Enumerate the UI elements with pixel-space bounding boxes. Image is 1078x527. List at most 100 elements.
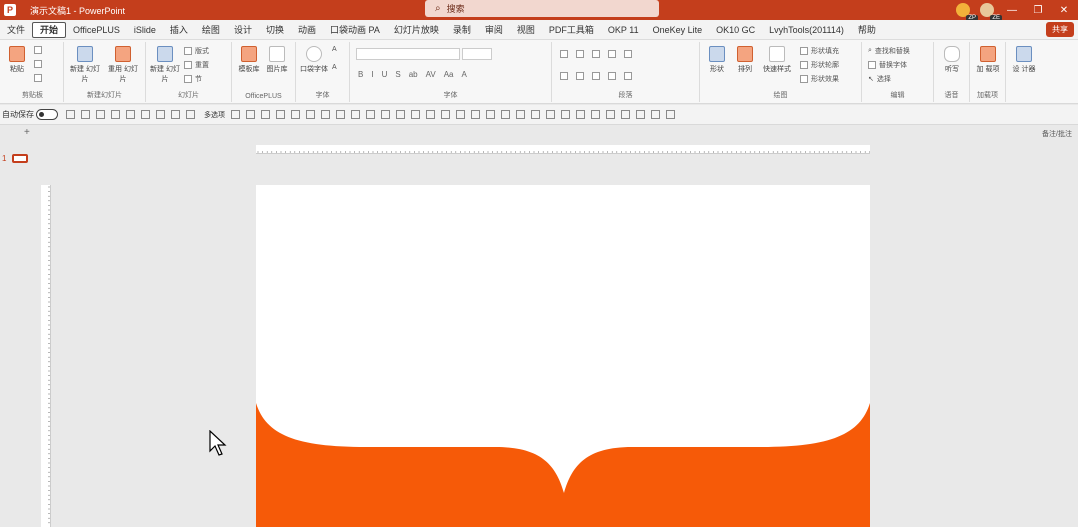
qat-tool-icon[interactable] [306, 110, 315, 119]
new-slide-button[interactable]: 新建 幻灯片 [70, 46, 100, 84]
notes-button[interactable]: 备注/批注 [1042, 129, 1072, 139]
tab-14[interactable]: PDF工具箱 [542, 22, 601, 38]
qat-tool-icon[interactable] [606, 110, 615, 119]
justify-icon[interactable] [608, 72, 616, 80]
indent-decrease-icon[interactable] [592, 50, 600, 58]
qat-tool-icon[interactable] [231, 110, 240, 119]
qat-tool-icon[interactable] [276, 110, 285, 119]
columns-icon[interactable] [624, 72, 632, 80]
tab-6[interactable]: 设计 [227, 22, 259, 38]
indent-increase-icon[interactable] [608, 50, 616, 58]
format-glyph-0[interactable]: B [358, 70, 363, 79]
qat-tool-icon[interactable] [246, 110, 255, 119]
shape-fill-button[interactable]: 形状填充 [800, 46, 839, 56]
orange-wave-shape[interactable] [256, 403, 870, 527]
reuse-slide-button[interactable]: 重用 幻灯片 [106, 46, 140, 84]
search-box[interactable]: ⌕ 搜索 [425, 0, 659, 17]
line-spacing-icon[interactable] [624, 50, 632, 58]
autosave-toggle[interactable] [36, 109, 58, 120]
pocket-font-button[interactable]: 口袋字体 [300, 46, 328, 74]
qat-tool-icon[interactable] [576, 110, 585, 119]
qat-tool-icon[interactable] [546, 110, 555, 119]
save-icon[interactable] [66, 110, 75, 119]
tab-7[interactable]: 切换 [259, 22, 291, 38]
table-icon[interactable] [111, 110, 120, 119]
tab-11[interactable]: 录制 [446, 22, 478, 38]
find-replace-button[interactable]: ⌕ 查找和替换 [868, 46, 910, 56]
tab-3[interactable]: iSlide [127, 22, 163, 38]
tab-16[interactable]: OneKey Lite [646, 22, 710, 38]
cut-button[interactable] [34, 46, 42, 54]
arrange-button[interactable]: 排列 [732, 46, 758, 74]
user-avatar-2[interactable]: ZE [980, 3, 1002, 21]
qat-tool-icon[interactable] [441, 110, 450, 119]
restore-button[interactable]: ❐ [1030, 5, 1046, 16]
format-glyph-7[interactable]: A [461, 70, 466, 79]
quick-styles-button[interactable]: 快速样式 [760, 46, 794, 74]
format-glyph-5[interactable]: AV [426, 70, 436, 79]
format-glyph-1[interactable]: I [371, 70, 373, 79]
shape-icon[interactable] [126, 110, 135, 119]
tab-0[interactable]: 文件 [0, 22, 32, 38]
qat-tool-icon[interactable] [651, 110, 660, 119]
tab-17[interactable]: OK10 GC [709, 22, 762, 38]
tab-1[interactable]: 开始 [32, 21, 67, 38]
format-glyph-6[interactable]: Aa [444, 70, 454, 79]
format-glyph-2[interactable]: U [382, 70, 388, 79]
copy-button[interactable] [34, 60, 42, 68]
shape-outline-button[interactable]: 形状轮廓 [800, 60, 839, 70]
qat-tool-icon[interactable] [636, 110, 645, 119]
format-glyph-4[interactable]: ab [409, 70, 418, 79]
reset-button[interactable]: 重置 [184, 60, 209, 70]
tab-8[interactable]: 动画 [291, 22, 323, 38]
text-icon[interactable] [171, 110, 180, 119]
qat-tool-icon[interactable] [396, 110, 405, 119]
qat-tool-icon[interactable] [291, 110, 300, 119]
color-icon[interactable] [141, 110, 150, 119]
replace-font-button[interactable]: 替换字体 [868, 60, 907, 70]
qat-tool-icon[interactable] [321, 110, 330, 119]
qat-tool-icon[interactable] [366, 110, 375, 119]
qat-tool-icon[interactable] [381, 110, 390, 119]
add-icon[interactable]: + [24, 127, 30, 138]
qat-tool-icon[interactable] [351, 110, 360, 119]
qat-tool-icon[interactable] [411, 110, 420, 119]
qat-tool-icon[interactable] [591, 110, 600, 119]
tab-10[interactable]: 幻灯片放映 [387, 22, 446, 38]
image-library-button[interactable]: 图片库 [264, 46, 290, 74]
qat-tool-icon[interactable] [336, 110, 345, 119]
qat-tool-icon[interactable] [516, 110, 525, 119]
font-name-combo[interactable] [356, 48, 460, 60]
font-size-combo[interactable] [462, 48, 492, 60]
minimize-button[interactable]: — [1004, 5, 1020, 16]
redo-icon[interactable] [96, 110, 105, 119]
tab-5[interactable]: 绘图 [195, 22, 227, 38]
slide-thumbnail[interactable] [12, 154, 28, 163]
slide-shape[interactable] [256, 185, 870, 527]
font-size-down-button[interactable]: A [332, 64, 337, 71]
shape-effects-button[interactable]: 形状效果 [800, 74, 839, 84]
tab-13[interactable]: 视图 [510, 22, 542, 38]
qat-tool-icon[interactable] [456, 110, 465, 119]
qat-tool-icon[interactable] [486, 110, 495, 119]
qat-tool-icon[interactable] [531, 110, 540, 119]
font-size-up-button[interactable]: A [332, 46, 337, 53]
qat-tool-icon[interactable] [561, 110, 570, 119]
qat-tool-icon[interactable] [471, 110, 480, 119]
tab-18[interactable]: LvyhTools(201114) [762, 22, 851, 38]
format-painter-button[interactable] [34, 74, 42, 82]
align-center-icon[interactable] [576, 72, 584, 80]
qat-tool-icon[interactable] [501, 110, 510, 119]
paste-button[interactable]: 粘贴 [6, 46, 28, 74]
new-slide-2-button[interactable]: 新建 幻灯片 [150, 46, 180, 84]
slide-canvas[interactable] [256, 185, 870, 527]
section-button[interactable]: 节 [184, 74, 202, 84]
qat-tool-icon[interactable] [621, 110, 630, 119]
layout-button[interactable]: 版式 [184, 46, 209, 56]
bullets-icon[interactable] [560, 50, 568, 58]
tab-4[interactable]: 插入 [163, 22, 195, 38]
align-right-icon[interactable] [592, 72, 600, 80]
dictate-button[interactable]: 听写 [940, 46, 964, 74]
format-glyph-3[interactable]: S [395, 70, 400, 79]
numbering-icon[interactable] [576, 50, 584, 58]
